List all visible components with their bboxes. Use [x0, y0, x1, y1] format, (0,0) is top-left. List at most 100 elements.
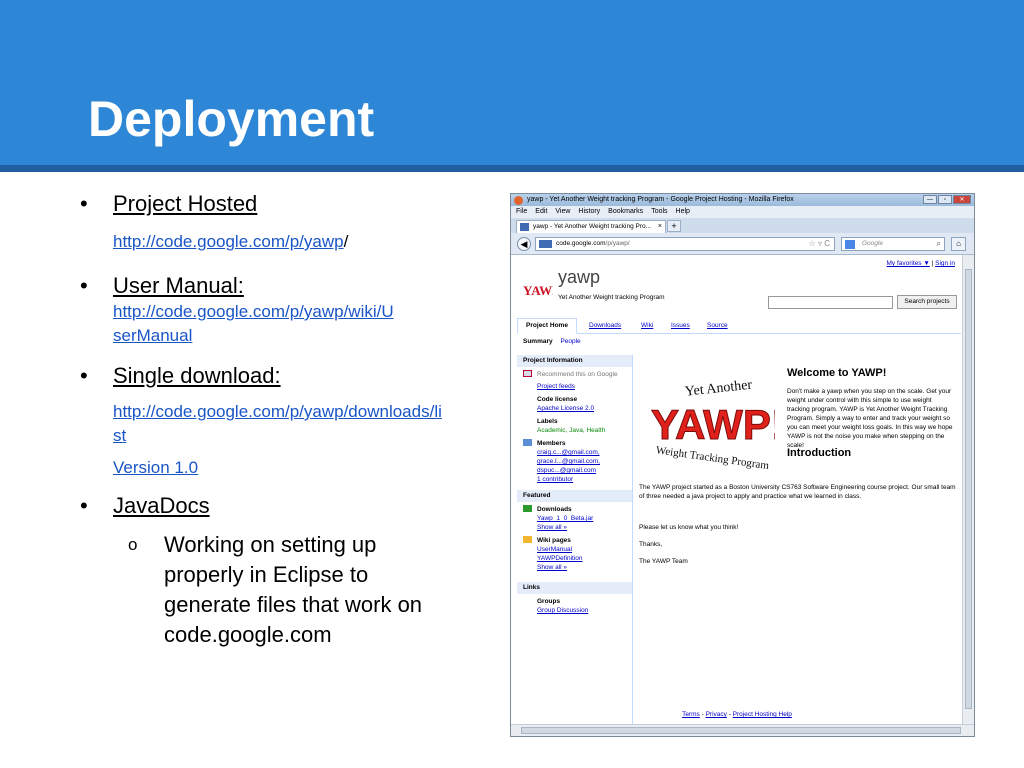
menu-view[interactable]: View	[555, 206, 570, 218]
members-label: Members	[537, 440, 566, 447]
introduction-heading: Introduction	[787, 447, 852, 459]
scroll-thumb[interactable]	[965, 269, 972, 709]
logo-text: YAWP!	[523, 283, 553, 298]
project-feeds-link[interactable]: Project feeds	[537, 383, 575, 390]
browser-tab[interactable]: yawp - Yet Another Weight tracking Pro..…	[516, 220, 666, 233]
bullet-user-manual: • User Manual:	[70, 272, 450, 300]
site-favicon-icon	[520, 223, 529, 231]
window-title: yawp - Yet Another Weight tracking Progr…	[527, 196, 794, 203]
project-summary: Yet Another Weight tracking Program	[558, 294, 665, 301]
link-suffix: /	[343, 232, 349, 251]
browser-screenshot: yawp - Yet Another Weight tracking Progr…	[510, 193, 975, 737]
page-footer: Terms - Privacy - Project Hosting Help	[511, 710, 963, 719]
maximize-icon[interactable]: ▫	[938, 195, 952, 204]
tab-issues[interactable]: Issues	[671, 321, 690, 330]
tab-wiki[interactable]: Wiki	[641, 321, 653, 330]
sub-bullet-javadocs: o Working on setting up properly in Ecli…	[70, 530, 450, 650]
subtab-people[interactable]: People	[560, 338, 580, 345]
code-license-item: Code license Apache License 2.0	[517, 395, 632, 413]
scroll-thumb[interactable]	[521, 727, 961, 734]
horizontal-scrollbar[interactable]	[511, 724, 974, 736]
show-all-link[interactable]: Show all »	[537, 563, 632, 572]
footer-sep: -	[701, 711, 704, 718]
contributor-link[interactable]: 1 contributor	[537, 475, 632, 484]
downloads-link[interactable]: http://code.google.com/p/yawp/downloads/…	[113, 402, 442, 445]
tab-project-home[interactable]: Project Home	[517, 318, 577, 334]
intro-text: The YAWP project started as a Boston Uni…	[639, 484, 956, 500]
menu-bookmarks[interactable]: Bookmarks	[608, 206, 643, 218]
tab-title: yawp - Yet Another Weight tracking Pro..…	[533, 223, 652, 230]
tab-source[interactable]: Source	[707, 321, 728, 330]
window-titlebar: yawp - Yet Another Weight tracking Progr…	[511, 194, 974, 206]
menu-file[interactable]: File	[516, 206, 527, 218]
download-file-link[interactable]: Yawp_1_0_Beta.jar	[537, 514, 632, 523]
welcome-heading: Welcome to YAWP!	[787, 367, 887, 379]
member-link[interactable]: dspuc...@gmail.com	[537, 466, 632, 475]
close-icon[interactable]: ✕	[953, 195, 971, 204]
project-search-input[interactable]	[768, 296, 893, 309]
labels-list[interactable]: Academic, Java, Health	[537, 427, 605, 434]
sidebar-heading: Links	[517, 582, 632, 594]
recommend-item[interactable]: Recommend this on Google	[517, 370, 632, 379]
user-manual-link[interactable]: http://code.google.com/p/yawp/wiki/UserM…	[113, 302, 394, 345]
bookmark-star-icon[interactable]: ☆ ▿ C	[809, 238, 830, 250]
help-link[interactable]: Project Hosting Help	[733, 711, 792, 718]
sign-in-link[interactable]: Sign in	[935, 260, 955, 267]
new-tab-button[interactable]: +	[667, 220, 681, 232]
navigation-bar: ◀ code.google.com/p/yawp/ ☆ ▿ C Google ⌕…	[511, 233, 974, 255]
bullet-label: User Manual:	[113, 273, 244, 298]
bullet-dot-icon: •	[80, 493, 88, 518]
thanks-text: Thanks,	[639, 541, 663, 548]
url-path: /p/yawp/	[605, 240, 630, 247]
project-sidebar: Project Information Recommend this on Go…	[517, 355, 633, 725]
bullet-label: Single download:	[113, 363, 281, 388]
my-favorites-link[interactable]: My favorites ▼	[887, 260, 930, 267]
show-all-link[interactable]: Show all »	[537, 523, 632, 532]
wiki-item: Wiki pages UserManual YAWPDefinition Sho…	[517, 536, 632, 572]
home-icon[interactable]: ⌂	[951, 237, 966, 251]
url-bar[interactable]: code.google.com/p/yawp/ ☆ ▿ C	[535, 237, 835, 251]
code-license-label: Code license	[537, 396, 578, 403]
site-identity-icon	[539, 240, 552, 248]
version-link[interactable]: Version 1.0	[113, 458, 198, 477]
back-arrow-icon[interactable]: ◀	[517, 237, 531, 251]
project-logo: YAWP!	[521, 275, 564, 303]
sidebar-heading: Project Information	[517, 355, 632, 367]
vertical-scrollbar[interactable]	[962, 255, 974, 725]
tab-close-icon[interactable]: ×	[658, 221, 662, 233]
firefox-icon	[514, 196, 523, 205]
subtab-summary[interactable]: Summary	[523, 338, 553, 345]
art-bottom-text: Weight Tracking Program	[655, 444, 770, 472]
search-projects-button[interactable]: Search projects	[897, 295, 957, 309]
circle-bullet-icon: o	[128, 535, 138, 554]
url-domain: code.google.com	[556, 240, 606, 247]
window-controls: — ▫ ✕	[923, 195, 971, 204]
menu-help[interactable]: Help	[676, 206, 690, 218]
minimize-icon[interactable]: —	[923, 195, 937, 204]
magnifier-icon[interactable]: ⌕	[937, 238, 941, 250]
bullet-project-hosted: • Project Hosted	[70, 190, 450, 218]
menu-edit[interactable]: Edit	[535, 206, 547, 218]
slide-title: Deployment	[88, 91, 375, 147]
bullet-list: • Project Hosted http://code.google.com/…	[70, 190, 450, 650]
member-link[interactable]: grace.l...@gmail.com,	[537, 457, 632, 466]
team-text: The YAWP Team	[639, 558, 688, 565]
member-link[interactable]: craig.c...@gmail.com,	[537, 448, 632, 457]
welcome-text: Don't make a yawp when you step on the s…	[787, 388, 953, 449]
yawp-art-icon: Yet Another YAWP! Weight Tracking Progra…	[651, 378, 786, 472]
project-tabs: Project Home Downloads Wiki Issues Sourc…	[517, 318, 961, 334]
tab-downloads[interactable]: Downloads	[589, 321, 621, 330]
members-icon	[523, 439, 532, 446]
wiki-page-link[interactable]: YAWPDefinition	[537, 554, 632, 563]
search-input[interactable]: Google ⌕	[841, 237, 945, 251]
privacy-link[interactable]: Privacy	[706, 711, 727, 718]
terms-link[interactable]: Terms	[682, 711, 700, 718]
tab-bar: yawp - Yet Another Weight tracking Pro..…	[511, 218, 974, 233]
license-link[interactable]: Apache License 2.0	[537, 405, 594, 412]
wiki-page-link[interactable]: UserManual	[537, 545, 632, 554]
group-discussion-link[interactable]: Group Discussion	[537, 607, 588, 614]
menu-tools[interactable]: Tools	[651, 206, 667, 218]
menu-history[interactable]: History	[578, 206, 600, 218]
project-hosted-link[interactable]: http://code.google.com/p/yawp	[113, 232, 344, 251]
project-description: The YAWP project started as a Boston Uni…	[639, 483, 957, 566]
